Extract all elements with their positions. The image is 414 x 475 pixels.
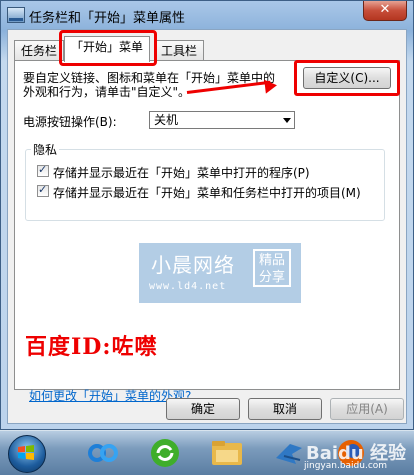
sync-green-icon[interactable]: [146, 436, 184, 470]
checkbox-recent-programs-label[interactable]: 存储并显示最近在「开始」菜单中打开的程序(P): [53, 164, 310, 181]
annotation-baidu-id: 百度ID:咗噤: [25, 334, 158, 360]
start-button[interactable]: [0, 431, 52, 475]
checkbox-recent-items[interactable]: [37, 183, 49, 197]
watermark-url: www.ld4.net: [149, 281, 227, 292]
windows-logo-icon: [18, 445, 34, 460]
power-action-value: 关机: [154, 113, 179, 127]
taskbar-app-icon: [7, 7, 25, 23]
ok-button[interactable]: 确定: [166, 398, 240, 420]
checkbox-recent-items-label[interactable]: 存储并显示最近在「开始」菜单和任务栏中打开的项目(M): [53, 184, 361, 201]
privacy-group-title: 隐私: [31, 141, 60, 158]
window-title: 任务栏和「开始」菜单属性: [29, 11, 186, 26]
watermark-title: 小晨网络: [151, 253, 235, 277]
power-button-label: 电源按钮操作(B):: [23, 115, 117, 129]
dialog-client: 任务栏 「开始」菜单 工具栏 要自定义链接、图标和菜单在「开始」菜单中的 外观和…: [7, 29, 407, 424]
taskbar: Baidu 经验 jingyan.baidu.com: [0, 430, 414, 475]
description-line-2: 外观和行为，请单击"自定义"。: [23, 85, 191, 99]
close-button[interactable]: ✕: [363, 1, 407, 21]
file-explorer-icon[interactable]: [208, 436, 246, 470]
customize-button[interactable]: 自定义(C)...: [303, 67, 391, 89]
apply-button[interactable]: 应用(A): [330, 398, 404, 420]
baidu-watermark-url: jingyan.baidu.com: [304, 461, 388, 471]
watermark-badge-line2: 分享: [258, 270, 285, 285]
dropdown-arrow-icon: [283, 118, 291, 123]
cancel-button[interactable]: 取消: [248, 398, 322, 420]
tab-taskbar[interactable]: 任务栏: [14, 40, 65, 61]
title-bar[interactable]: 任务栏和「开始」菜单属性 ✕: [1, 1, 413, 29]
properties-window: 任务栏和「开始」菜单属性 ✕ 任务栏 「开始」菜单 工具栏 要自定义链接、图标和…: [0, 0, 414, 430]
checkbox-recent-programs[interactable]: [37, 163, 49, 177]
baidu-jingyan-watermark: Baidu 经验 jingyan.baidu.com: [290, 433, 414, 473]
site-watermark: 小晨网络 www.ld4.net 精品 分享: [139, 243, 301, 303]
start-menu-panel: 要自定义链接、图标和菜单在「开始」菜单中的 外观和行为，请单击"自定义"。 自定…: [14, 60, 400, 403]
tab-start-menu[interactable]: 「开始」菜单: [64, 36, 151, 62]
power-action-select[interactable]: 关机: [149, 111, 295, 129]
tab-toolbars[interactable]: 工具栏: [154, 40, 205, 61]
watermark-badge: 精品 分享: [253, 249, 291, 287]
watermark-badge-line1: 精品: [258, 253, 285, 268]
annotation-arrowhead: [264, 78, 278, 94]
baidu-netdisk-icon[interactable]: [84, 436, 122, 470]
